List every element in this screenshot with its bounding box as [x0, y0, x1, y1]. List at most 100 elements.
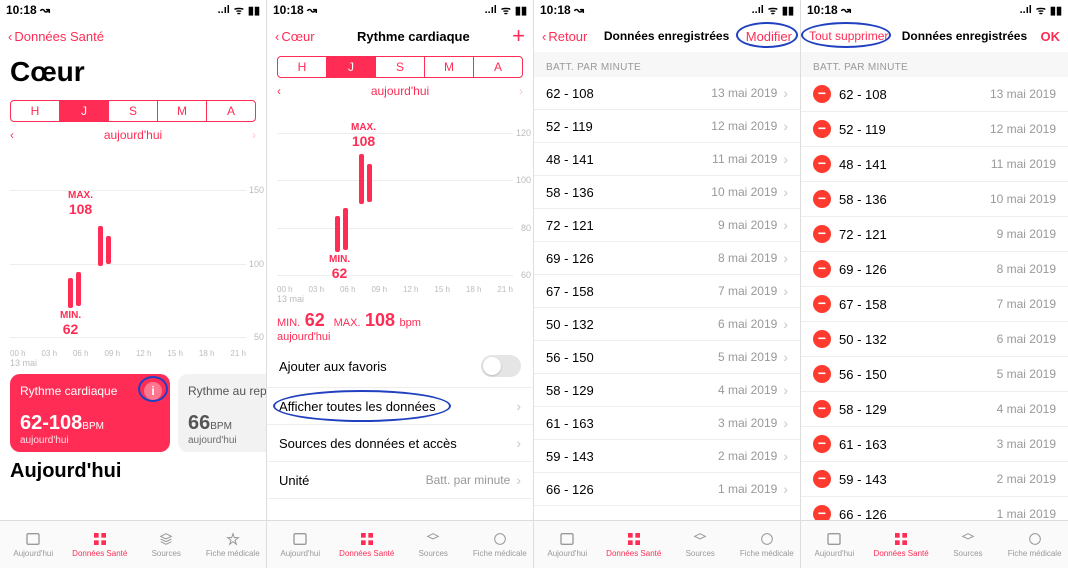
- delete-row-button[interactable]: −: [813, 330, 831, 348]
- seg-m[interactable]: M: [158, 101, 207, 121]
- data-row[interactable]: −58 - 1294 mai 2019: [801, 392, 1068, 427]
- chevron-right-icon: ›: [783, 217, 788, 233]
- delete-row-button[interactable]: −: [813, 400, 831, 418]
- delete-row-button[interactable]: −: [813, 155, 831, 173]
- data-row[interactable]: −62 - 10813 mai 2019: [801, 77, 1068, 112]
- nav-bar: ‹Données Santé: [0, 20, 266, 52]
- tab-sources[interactable]: Sources: [133, 521, 200, 568]
- tab-medical-id[interactable]: Fiche médicale: [467, 521, 534, 568]
- chevron-left-icon: ‹: [8, 29, 12, 44]
- tab-bar: Aujourd'hui Données Santé Sources Fiche …: [801, 520, 1068, 568]
- data-row[interactable]: 52 - 11912 mai 2019 ›: [534, 110, 800, 143]
- data-row[interactable]: −48 - 14111 mai 2019: [801, 147, 1068, 182]
- data-row[interactable]: 69 - 1268 mai 2019 ›: [534, 242, 800, 275]
- next-day-button[interactable]: ›: [252, 128, 256, 142]
- section-header: Batt. par minute: [534, 52, 800, 77]
- tab-health-data-icon[interactable]: Données Santé: [868, 521, 935, 568]
- delete-row-button[interactable]: −: [813, 365, 831, 383]
- tab-today[interactable]: Aujourd'hui: [0, 521, 67, 568]
- tab-health-data[interactable]: Données Santé: [67, 521, 134, 568]
- chevron-right-icon: ›: [516, 435, 521, 451]
- chart-date-label: 13 mai: [10, 358, 266, 368]
- seg-j[interactable]: J: [60, 101, 109, 121]
- data-row[interactable]: 61 - 1633 mai 2019 ›: [534, 407, 800, 440]
- resting-hr-card[interactable]: Rythme au repo 66BPM aujourd'hui: [178, 374, 266, 452]
- tab-today[interactable]: Aujourd'hui: [267, 521, 334, 568]
- tab-today[interactable]: Aujourd'hui: [801, 521, 868, 568]
- tab-health-data[interactable]: Données Santé: [334, 521, 401, 568]
- delete-all-button[interactable]: Tout supprimer: [809, 29, 888, 43]
- next-day-button[interactable]: ›: [519, 84, 523, 98]
- card-title: Rythme au repo: [188, 384, 266, 398]
- tab-medical-id[interactable]: Fiche médicale: [200, 521, 267, 568]
- delete-row-button[interactable]: −: [813, 435, 831, 453]
- data-row[interactable]: −59 - 1432 mai 2019: [801, 462, 1068, 497]
- delete-row-button[interactable]: −: [813, 85, 831, 103]
- back-button[interactable]: ‹Données Santé: [8, 29, 104, 44]
- row-unit[interactable]: Unité Batt. par minute›: [267, 462, 533, 499]
- data-row[interactable]: 66 - 1261 mai 2019 ›: [534, 473, 800, 506]
- back-button[interactable]: ‹Cœur: [275, 29, 315, 44]
- delete-row-button[interactable]: −: [813, 190, 831, 208]
- data-row[interactable]: 48 - 14111 mai 2019 ›: [534, 143, 800, 176]
- chevron-right-icon: ›: [783, 118, 788, 134]
- status-bar: 10:18 ↝ ..ılᯤ▮▮: [534, 0, 800, 20]
- time-range-segment[interactable]: H J S M A: [277, 56, 523, 78]
- ok-button[interactable]: OK: [1041, 29, 1061, 44]
- data-row[interactable]: −67 - 1587 mai 2019: [801, 287, 1068, 322]
- chevron-left-icon: ‹: [275, 29, 279, 44]
- data-list-edit[interactable]: −62 - 10813 mai 2019−52 - 11912 mai 2019…: [801, 77, 1068, 568]
- tab-medical-id[interactable]: Fiche médicale: [1001, 521, 1068, 568]
- delete-row-button[interactable]: −: [813, 120, 831, 138]
- back-button[interactable]: ‹Retour: [542, 29, 587, 44]
- data-row[interactable]: −56 - 1505 mai 2019: [801, 357, 1068, 392]
- time-range-segment[interactable]: H J S M A: [10, 100, 256, 122]
- edit-button[interactable]: Modifier: [746, 29, 792, 44]
- data-row[interactable]: 72 - 1219 mai 2019 ›: [534, 209, 800, 242]
- tab-bar: Aujourd'hui Données Santé Sources Fiche …: [534, 520, 800, 568]
- seg-a[interactable]: A: [207, 101, 255, 121]
- add-button[interactable]: +: [512, 23, 525, 49]
- info-icon[interactable]: i: [144, 382, 162, 400]
- row-add-favorite[interactable]: Ajouter aux favoris: [267, 345, 533, 388]
- data-row[interactable]: −58 - 13610 mai 2019: [801, 182, 1068, 217]
- tab-health-data[interactable]: Données Santé: [601, 521, 668, 568]
- card-date: aujourd'hui: [188, 435, 266, 446]
- data-row[interactable]: −50 - 1326 mai 2019: [801, 322, 1068, 357]
- row-show-all-data[interactable]: Afficher toutes les données ›: [267, 388, 533, 425]
- seg-h[interactable]: H: [278, 57, 327, 77]
- seg-m[interactable]: M: [425, 57, 474, 77]
- data-list[interactable]: 62 - 10813 mai 2019 ›52 - 11912 mai 2019…: [534, 77, 800, 568]
- data-row[interactable]: −72 - 1219 mai 2019: [801, 217, 1068, 252]
- delete-row-button[interactable]: −: [813, 260, 831, 278]
- tab-sources[interactable]: Sources: [935, 521, 1002, 568]
- data-row[interactable]: 58 - 13610 mai 2019 ›: [534, 176, 800, 209]
- delete-row-button[interactable]: −: [813, 225, 831, 243]
- data-row[interactable]: −52 - 11912 mai 2019: [801, 112, 1068, 147]
- tab-sources[interactable]: Sources: [400, 521, 467, 568]
- seg-h[interactable]: H: [11, 101, 60, 121]
- data-row[interactable]: 50 - 1326 mai 2019 ›: [534, 308, 800, 341]
- data-row[interactable]: 62 - 10813 mai 2019 ›: [534, 77, 800, 110]
- data-row[interactable]: 59 - 1432 mai 2019 ›: [534, 440, 800, 473]
- today-header: Aujourd'hui: [0, 452, 266, 483]
- seg-a[interactable]: A: [474, 57, 522, 77]
- chevron-right-icon: ›: [783, 448, 788, 464]
- data-row[interactable]: 58 - 1294 mai 2019 ›: [534, 374, 800, 407]
- heart-rate-card[interactable]: Rythme cardiaque i 62-108BPM aujourd'hui: [10, 374, 170, 452]
- seg-j[interactable]: J: [327, 57, 376, 77]
- delete-row-button[interactable]: −: [813, 295, 831, 313]
- tab-sources[interactable]: Sources: [667, 521, 734, 568]
- seg-s[interactable]: S: [109, 101, 158, 121]
- data-row[interactable]: −69 - 1268 mai 2019: [801, 252, 1068, 287]
- tab-today[interactable]: Aujourd'hui: [534, 521, 601, 568]
- data-row[interactable]: 67 - 1587 mai 2019 ›: [534, 275, 800, 308]
- screen-recorded-data-edit: 10:18 ↝ ..ılᯤ▮▮ Tout supprimer Données e…: [801, 0, 1068, 568]
- delete-row-button[interactable]: −: [813, 470, 831, 488]
- row-data-sources[interactable]: Sources des données et accès ›: [267, 425, 533, 462]
- seg-s[interactable]: S: [376, 57, 425, 77]
- favorite-toggle[interactable]: [481, 355, 521, 377]
- data-row[interactable]: −61 - 1633 mai 2019: [801, 427, 1068, 462]
- tab-medical-id[interactable]: Fiche médicale: [734, 521, 801, 568]
- data-row[interactable]: 56 - 1505 mai 2019 ›: [534, 341, 800, 374]
